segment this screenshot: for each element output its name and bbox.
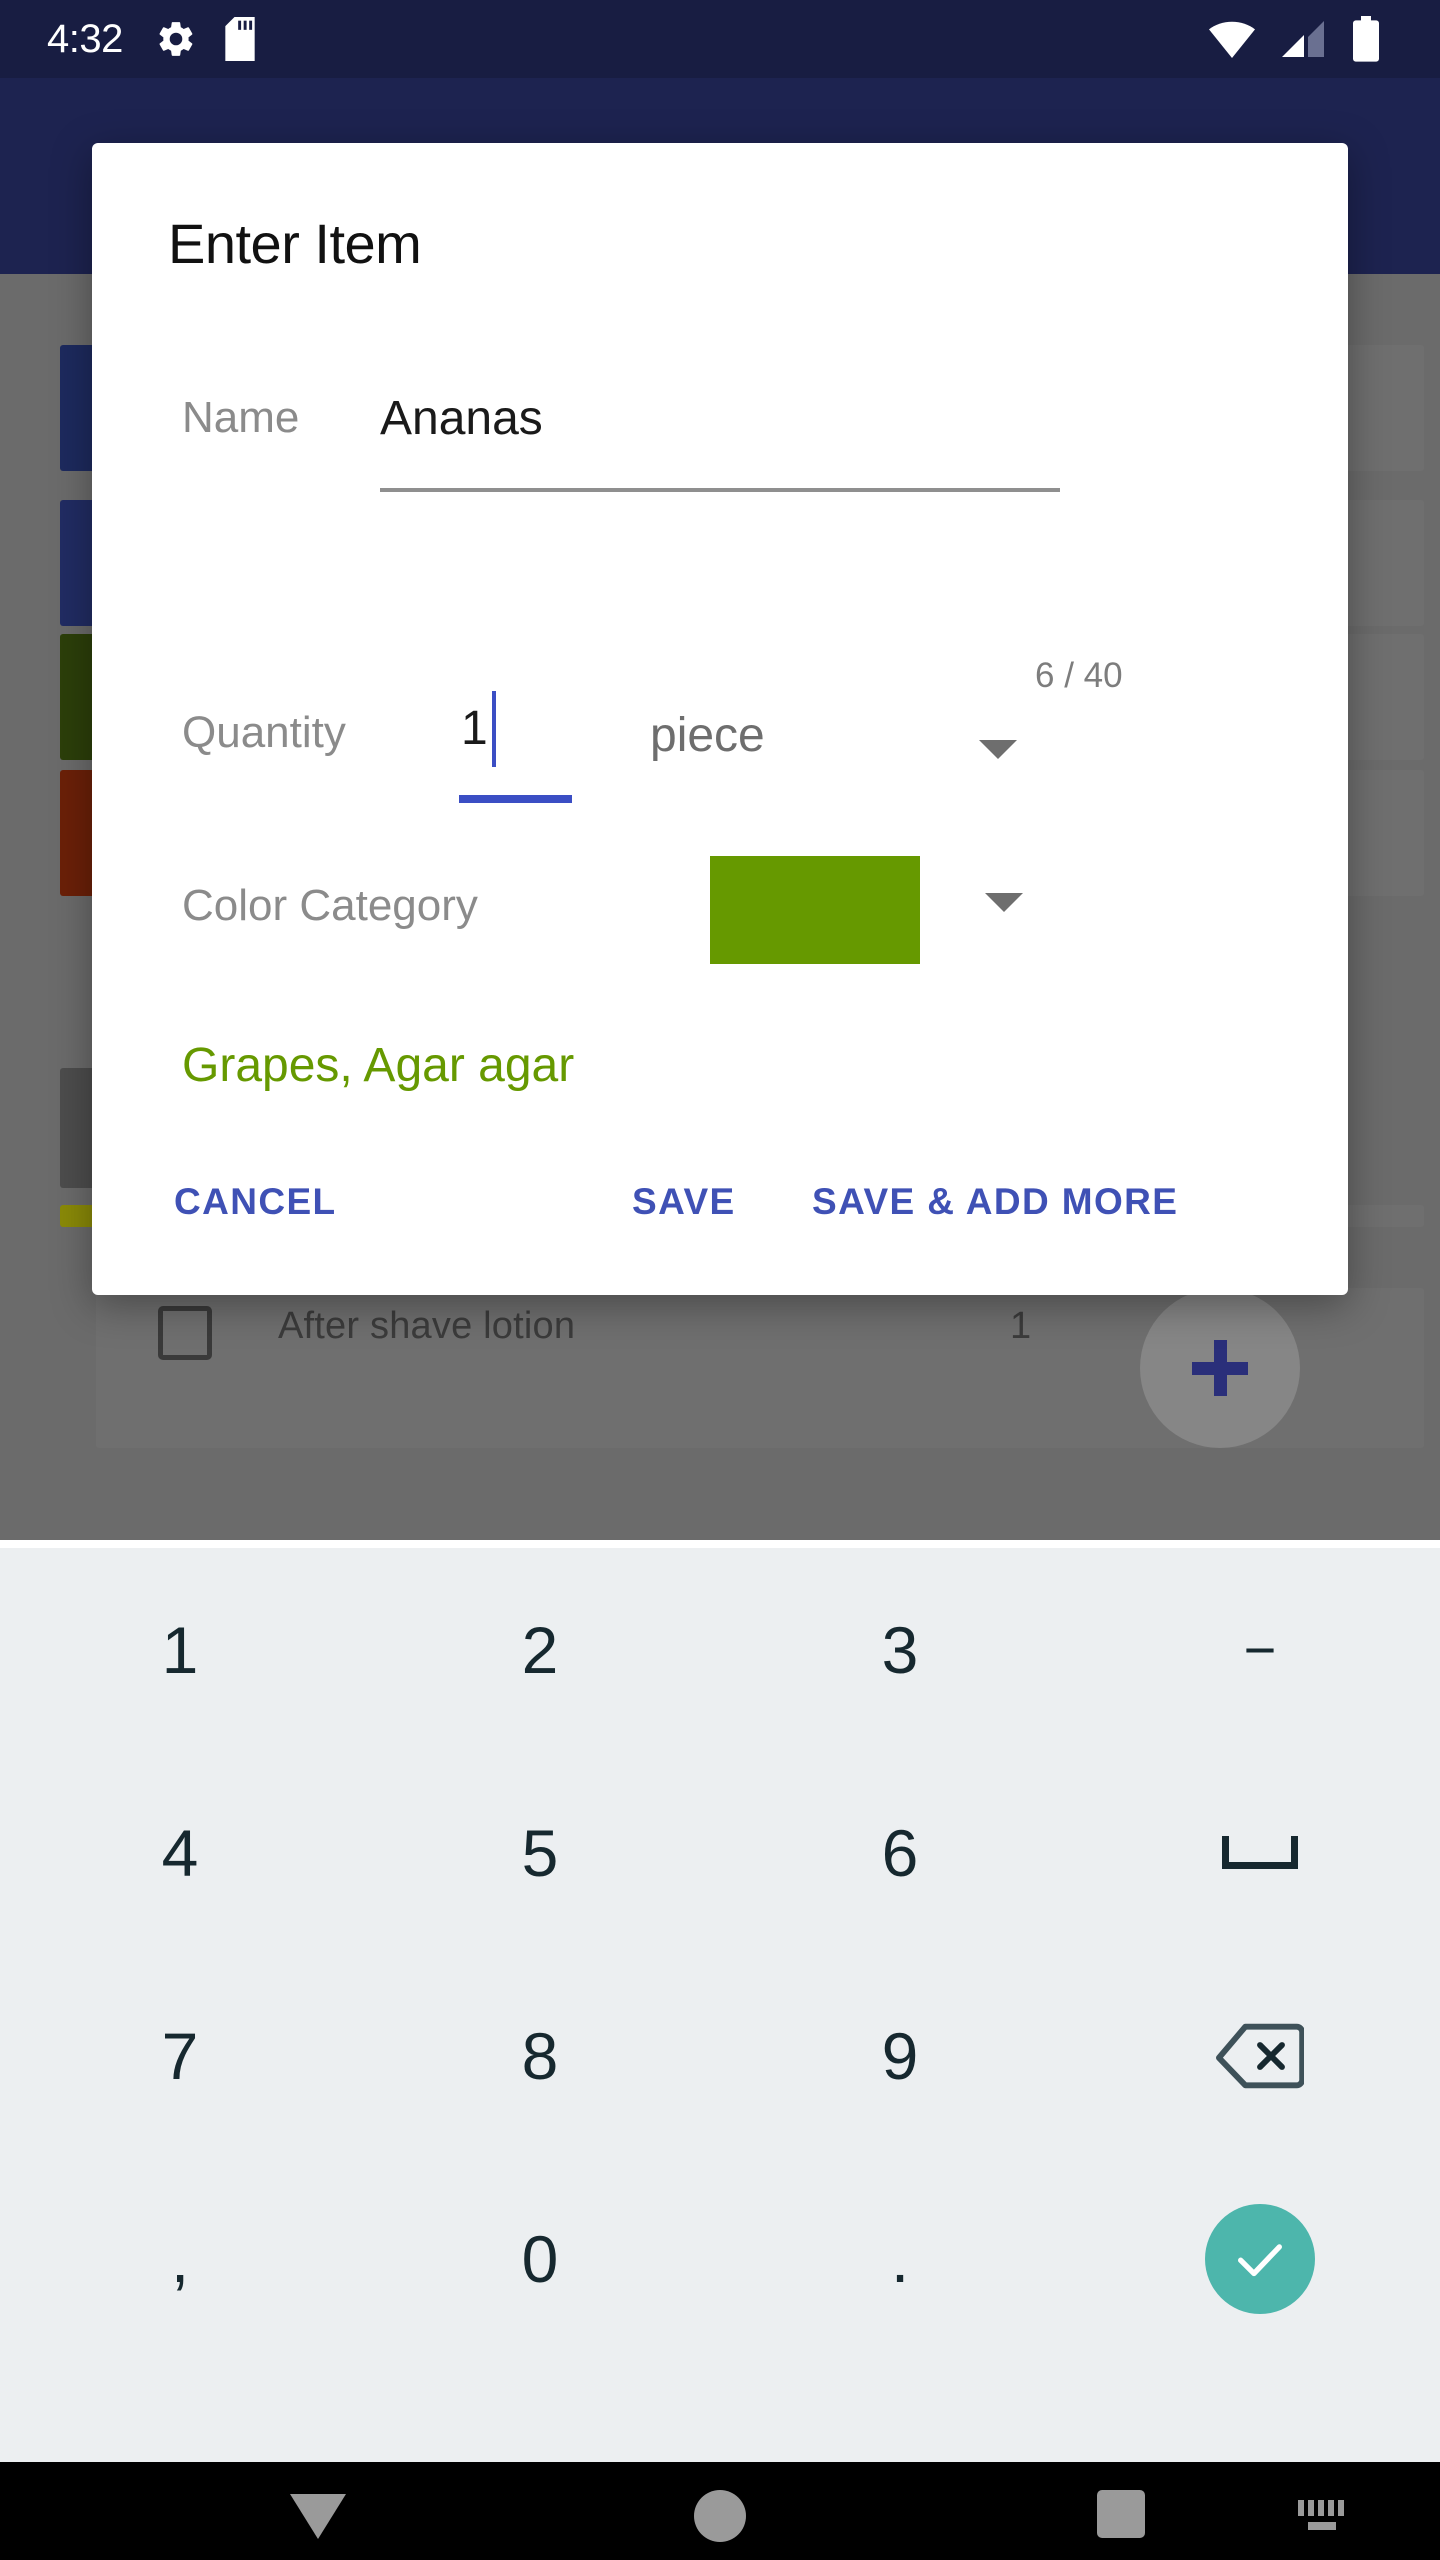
enter-button[interactable] xyxy=(1205,2203,1315,2314)
gear-icon xyxy=(159,22,193,56)
color-category-swatch[interactable] xyxy=(710,856,920,964)
cellular-signal-icon xyxy=(1282,21,1324,57)
list-item-checkbox[interactable] xyxy=(158,1306,212,1360)
checkmark-icon xyxy=(1238,2243,1282,2276)
name-input-underline xyxy=(380,488,1060,492)
key-2[interactable]: 2 xyxy=(360,1548,720,1751)
recents-square-icon[interactable] xyxy=(1097,2490,1145,2538)
sd-card-icon xyxy=(225,17,255,61)
name-input[interactable]: Ananas xyxy=(380,391,543,446)
quantity-input[interactable]: 1 xyxy=(461,701,488,756)
navigation-bar xyxy=(0,2462,1440,2560)
status-left-icons xyxy=(155,17,255,61)
color-category-label: Color Category xyxy=(182,881,478,930)
key-4[interactable]: 4 xyxy=(0,1751,360,1954)
key-minus[interactable]: − xyxy=(1080,1548,1440,1751)
backspace-icon xyxy=(1216,2023,1304,2088)
keyboard-row: 7 8 9 xyxy=(0,1954,1440,2157)
key-space[interactable] xyxy=(1080,1751,1440,1954)
quantity-input-underline xyxy=(459,795,572,803)
status-right-icons xyxy=(1208,16,1380,62)
key-5[interactable]: 5 xyxy=(360,1751,720,1954)
name-label: Name xyxy=(182,393,300,442)
keyboard-row: 4 5 6 xyxy=(0,1751,1440,1954)
list-item-quantity: 1 xyxy=(1010,1305,1032,1347)
chevron-down-icon[interactable] xyxy=(985,893,1023,912)
keyboard-row: 1 2 3 − xyxy=(0,1548,1440,1751)
hide-keyboard-icon[interactable] xyxy=(290,2494,346,2539)
keyboard-row: , 0 . xyxy=(0,2157,1440,2360)
unit-dropdown[interactable]: piece xyxy=(650,708,765,763)
dialog-title: Enter Item xyxy=(168,212,422,275)
android-screen: 4:32 After shave lotion 1 Enter Item Nam… xyxy=(0,0,1440,2560)
key-0[interactable]: 0 xyxy=(360,2157,720,2360)
wifi-icon xyxy=(1209,21,1255,58)
add-item-fab[interactable] xyxy=(1140,1288,1300,1448)
text-cursor xyxy=(492,691,496,767)
key-8[interactable]: 8 xyxy=(360,1954,720,2157)
save-and-add-more-button[interactable]: SAVE & ADD MORE xyxy=(812,1181,1178,1223)
key-6[interactable]: 6 xyxy=(720,1751,1080,1954)
key-comma[interactable]: , xyxy=(0,2157,360,2360)
key-1[interactable]: 1 xyxy=(0,1548,360,1751)
key-enter[interactable] xyxy=(1080,2157,1440,2360)
enter-item-dialog: Enter Item Name Ananas 6 / 40 Quantity 1… xyxy=(92,143,1348,1295)
home-circle-icon[interactable] xyxy=(694,2490,746,2542)
plus-icon xyxy=(1213,1340,1227,1396)
category-detail-text: Grapes, Agar agar xyxy=(182,1039,575,1092)
cancel-button[interactable]: CANCEL xyxy=(174,1181,337,1223)
list-item-label: After shave lotion xyxy=(278,1305,576,1347)
save-button[interactable]: SAVE xyxy=(632,1181,736,1223)
key-period[interactable]: . xyxy=(720,2157,1080,2360)
battery-icon xyxy=(1353,16,1379,62)
key-backspace[interactable] xyxy=(1080,1954,1440,2157)
keyboard-switcher-icon[interactable] xyxy=(1296,2498,1356,2538)
space-bar-icon xyxy=(1222,1836,1298,1869)
numeric-keyboard: 1 2 3 − 4 5 6 7 8 9 , 0 . xyxy=(0,1548,1440,2462)
key-9[interactable]: 9 xyxy=(720,1954,1080,2157)
quantity-label: Quantity xyxy=(182,708,346,757)
status-clock: 4:32 xyxy=(47,16,123,61)
key-3[interactable]: 3 xyxy=(720,1548,1080,1751)
character-counter: 6 / 40 xyxy=(1035,656,1123,695)
status-bar: 4:32 xyxy=(0,0,1440,78)
chevron-down-icon[interactable] xyxy=(979,740,1017,759)
key-7[interactable]: 7 xyxy=(0,1954,360,2157)
